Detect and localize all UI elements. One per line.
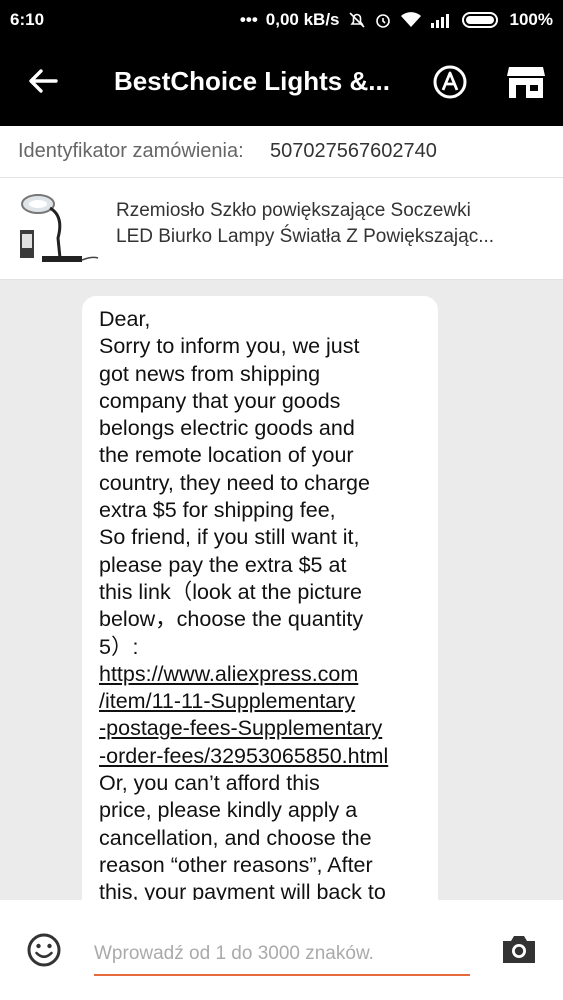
app-bar: BestChoice Lights &...	[0, 40, 563, 126]
message-line: below，choose the quantity	[99, 607, 364, 632]
mute-bell-icon	[348, 12, 365, 28]
status-time: 6:10	[10, 10, 45, 29]
network-speed: 0,00 kB/s	[265, 10, 340, 29]
message-line: cancellation, and choose the	[99, 825, 372, 850]
message-line: got news from shipping	[99, 361, 321, 386]
order-id-row: Identyfikator zamówienia: 50702756760274…	[0, 126, 563, 178]
message-input[interactable]	[94, 934, 470, 976]
message-link-line[interactable]: /item/11-11-Supplementary	[99, 688, 434, 715]
more-dots-icon: •••	[239, 10, 258, 29]
message-line: extra $5 for shipping fee,	[99, 498, 336, 523]
signal-icon	[430, 14, 449, 28]
emoji-icon[interactable]	[26, 932, 62, 968]
battery-icon	[461, 12, 498, 28]
order-id-number: 507027567602740	[270, 140, 437, 162]
message-line: please pay the extra $5 at	[99, 552, 347, 577]
message-line: price, please kindly apply a	[99, 798, 358, 823]
product-title[interactable]: Rzemiosło Szkło powiększające Soczewki L…	[116, 198, 546, 250]
message-line: this link（look at the picture	[99, 579, 362, 604]
product-title-line: LED Biurko Lampy Światła Z Powiększając.…	[116, 226, 495, 247]
store-icon[interactable]	[506, 64, 546, 100]
product-thumbnail	[16, 186, 100, 270]
message-line: Sorry to inform you, we just	[99, 334, 360, 359]
store-title: BestChoice Lights &...	[114, 66, 390, 96]
message-line: Dear,	[99, 307, 151, 331]
message-link-line[interactable]: -postage-fees-Supplementary	[99, 715, 434, 742]
message-link-line[interactable]: -order-fees/32953065850.html	[99, 743, 434, 770]
message-line: reason “other reasons”, After	[99, 852, 373, 877]
message-line: 5）:	[99, 634, 139, 659]
product-title-line: Rzemiosło Szkło powiększające Soczewki	[116, 200, 471, 221]
wifi-icon	[400, 12, 421, 27]
product-row[interactable]: Rzemiosło Szkło powiększające Soczewki L…	[0, 178, 563, 280]
camera-icon[interactable]	[500, 932, 538, 966]
message-line: the remote location of your	[99, 443, 354, 468]
translate-icon[interactable]	[432, 64, 468, 100]
alarm-clock-icon	[375, 14, 390, 28]
message-text: Dear, Sorry to inform you, we just got n…	[99, 306, 434, 907]
battery-percent: 100%	[509, 10, 553, 29]
message-line: company that your goods	[99, 388, 341, 413]
message-bubble: Dear, Sorry to inform you, we just got n…	[82, 296, 438, 916]
order-id-label: Identyfikator zamówienia:	[18, 140, 244, 162]
status-indicators: ••• 0,00 kB/s 100%	[240, 10, 553, 30]
message-link-line[interactable]: https://www.aliexpress.com	[99, 661, 434, 688]
back-arrow-icon[interactable]	[26, 64, 60, 98]
message-line: So friend, if you still want it,	[99, 525, 360, 550]
message-line: belongs electric goods and	[99, 416, 355, 441]
status-bar: 6:10 ••• 0,00 kB/s 100%	[0, 0, 563, 40]
message-line: Or, you can’t afford this	[99, 771, 320, 796]
message-line: country, they need to charge	[99, 470, 370, 495]
message-input-bar	[0, 900, 563, 1000]
